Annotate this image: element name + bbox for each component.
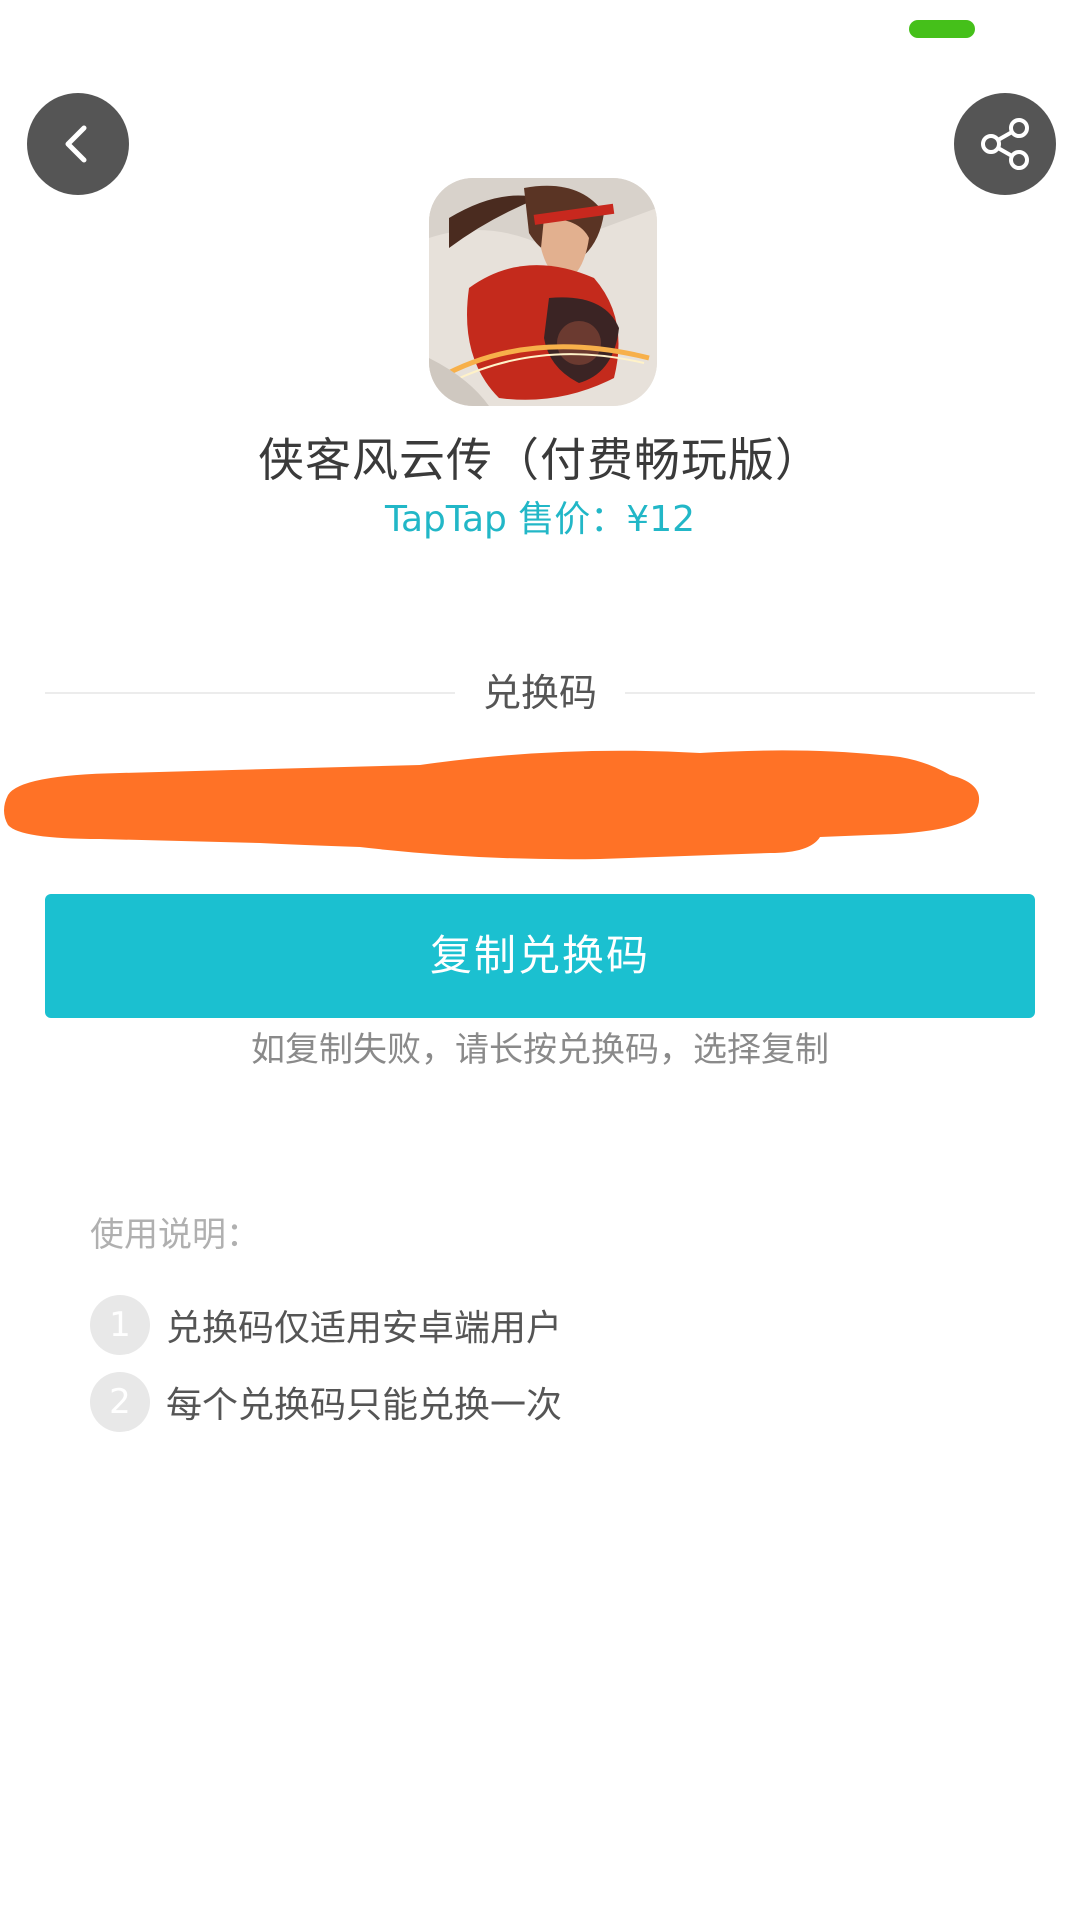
instruction-item: 1 兑换码仅适用安卓端用户 [90,1294,562,1356]
redeem-code-divider: 兑换码 [45,663,1036,723]
status-indicator [909,20,975,38]
instruction-text: 兑换码仅适用安卓端用户 [166,1308,563,1349]
redaction-scribble [4,750,980,860]
share-icon [981,118,1029,170]
share-button[interactable] [954,93,1056,195]
instruction-text: 每个兑换码只能兑换一次 [166,1385,563,1426]
number-badge: 2 [90,1372,150,1432]
chevron-left-icon [65,125,87,163]
instructions-title: 使用说明： [90,1215,260,1255]
divider-line-left [45,692,455,694]
number-badge: 1 [90,1295,150,1355]
app-icon [429,178,657,406]
copy-hint-text: 如复制失败，请长按兑换码，选择复制 [251,1030,829,1070]
app-title: 侠客风云传（付费畅玩版） [258,433,822,487]
divider-line-right [625,692,1036,694]
back-button[interactable] [27,93,129,195]
redeem-section-label: 兑换码 [483,671,598,715]
price-label: TapTap 售价：¥12 [384,499,696,540]
instruction-item: 2 每个兑换码只能兑换一次 [90,1371,562,1433]
redeem-code-area[interactable] [0,735,1080,875]
copy-code-button[interactable]: 复制兑换码 [45,894,1035,1018]
